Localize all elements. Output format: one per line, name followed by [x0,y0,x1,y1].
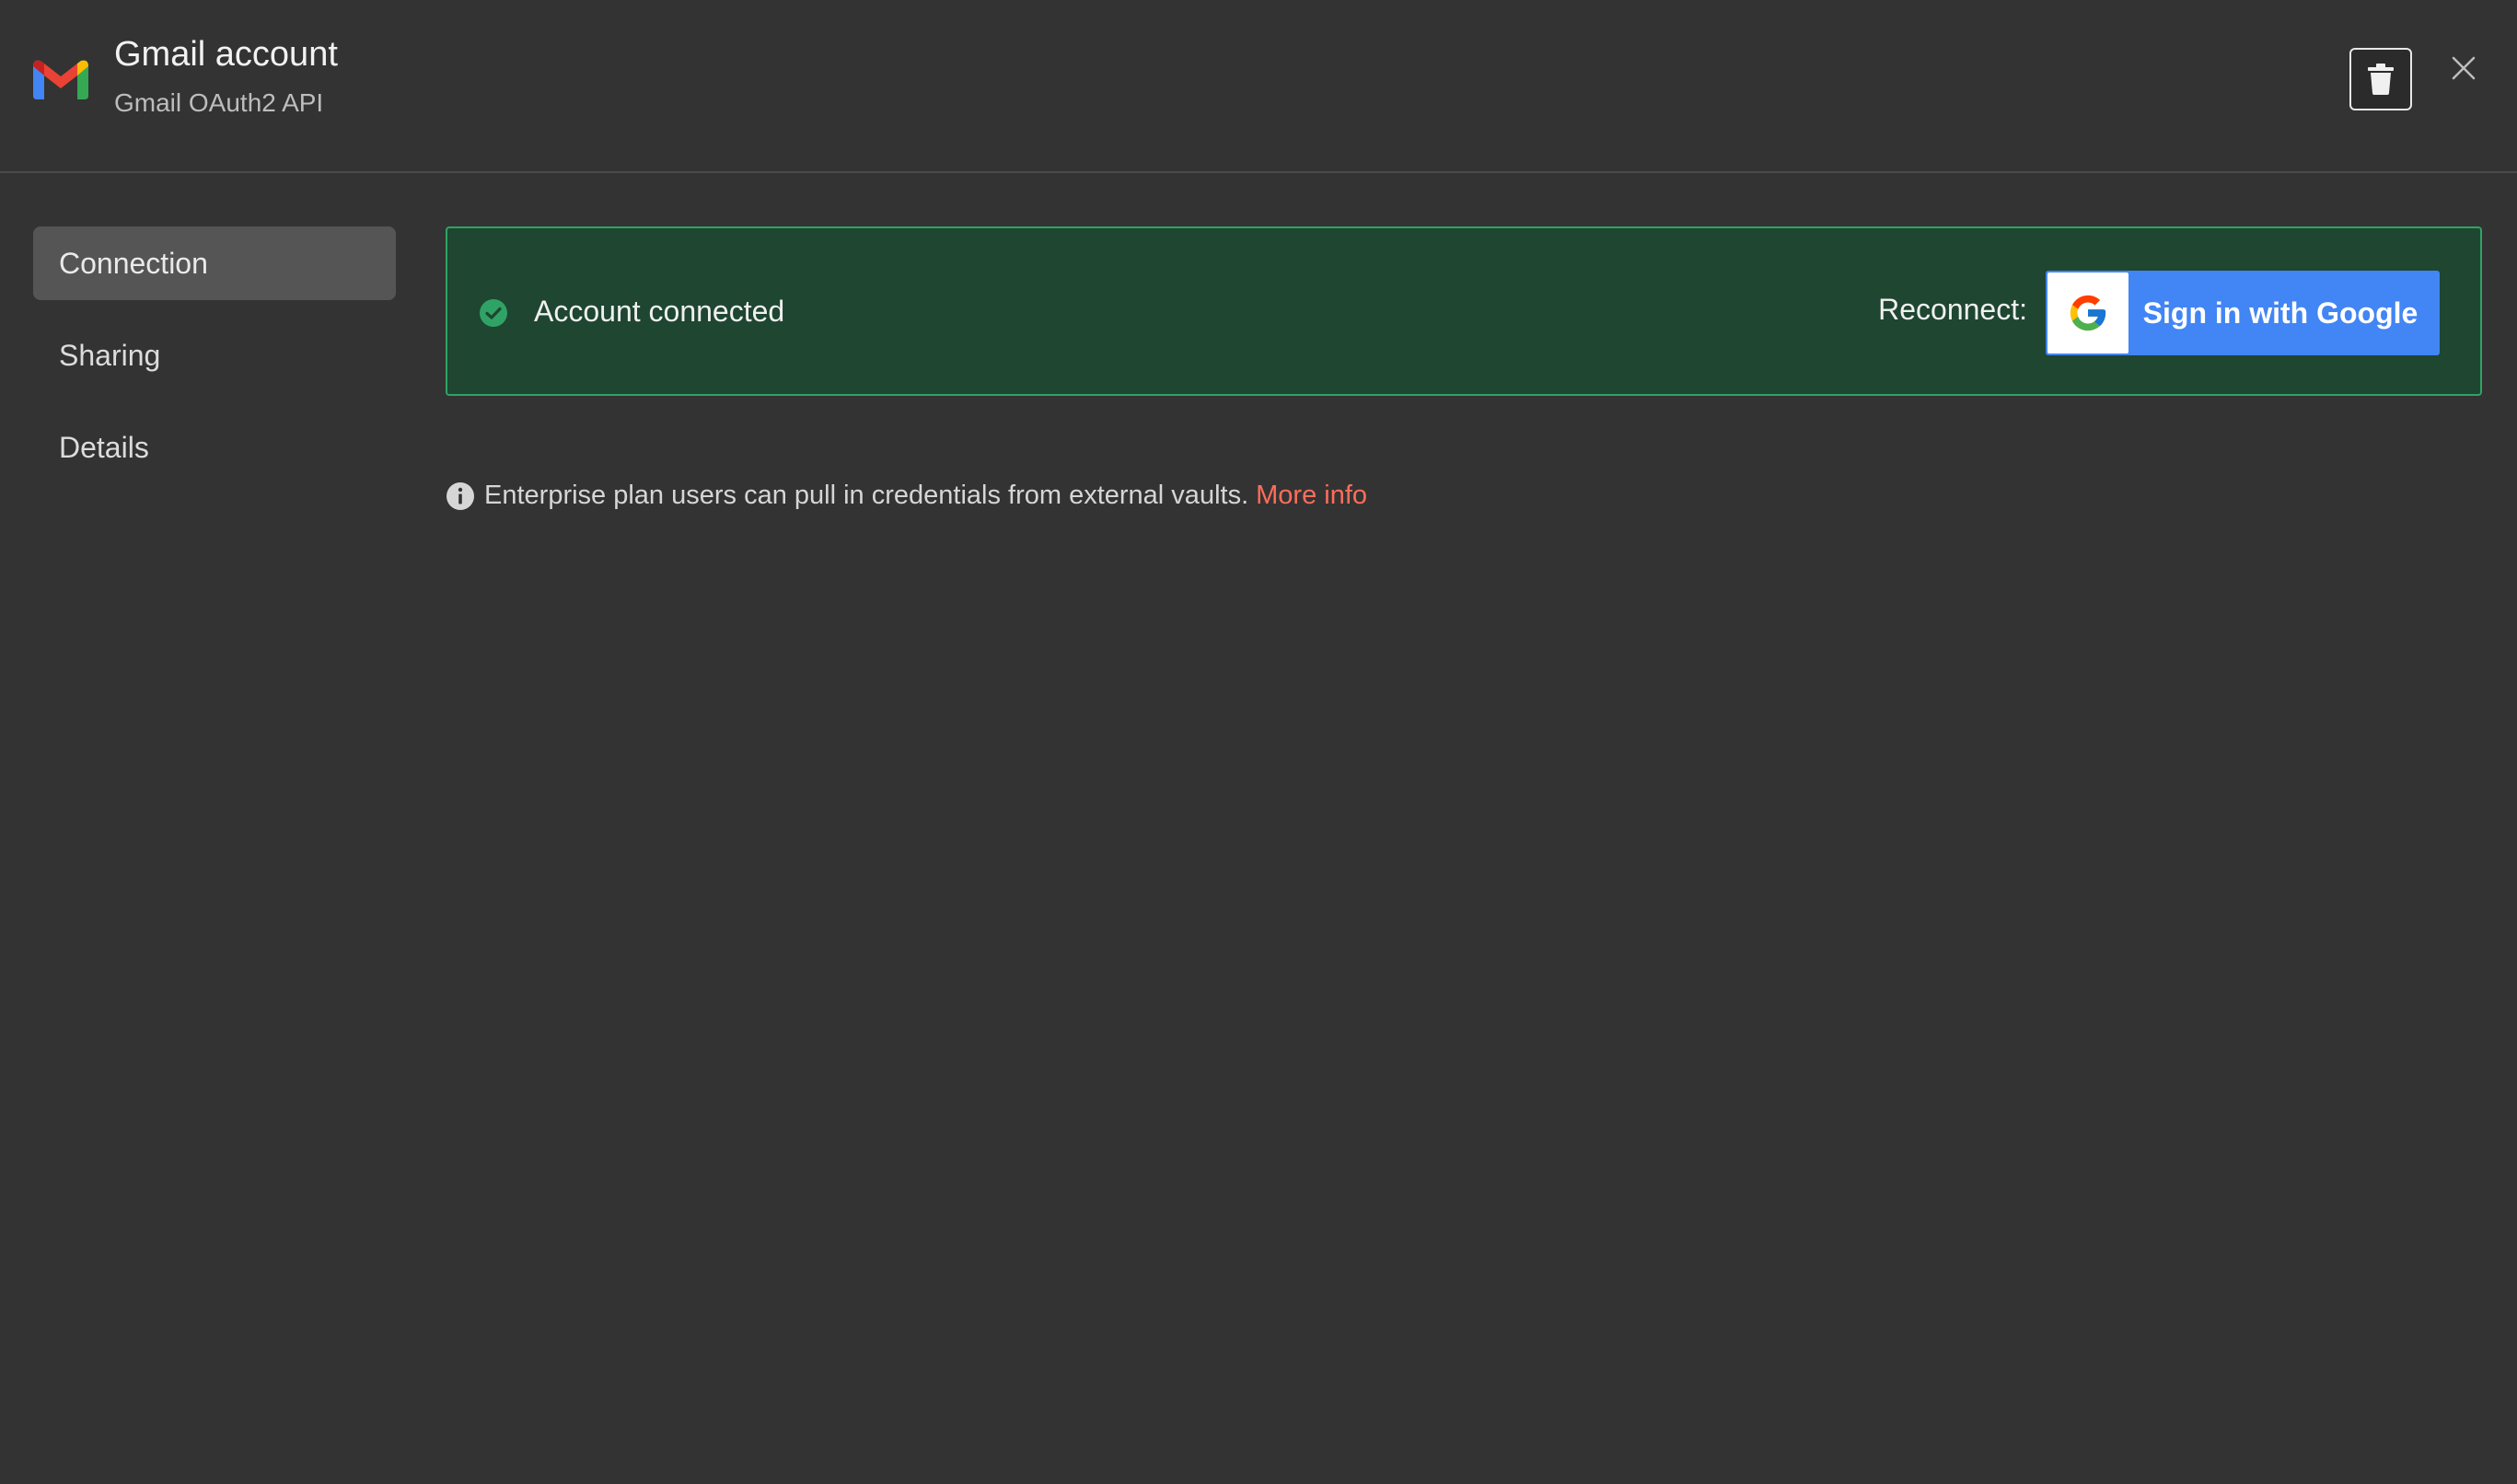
google-g-icon [2070,295,2106,331]
sidebar-item-details[interactable]: Details [33,411,396,484]
close-icon [2452,56,2476,80]
connection-status-panel: Account connected Reconnect: Sign in wit… [446,226,2482,396]
sidebar-item-label: Details [59,430,149,464]
sidebar-item-connection[interactable]: Connection [33,226,396,300]
more-info-link[interactable]: More info [1256,481,1367,511]
modal-header: Gmail account Gmail OAuth2 API [0,0,2517,173]
delete-button[interactable] [2349,48,2412,110]
info-note: Enterprise plan users can pull in creden… [446,481,1367,511]
google-logo-box [2047,272,2128,354]
page-subtitle: Gmail OAuth2 API [114,88,324,117]
sidebar: Connection Sharing Details [33,226,396,503]
trash-icon [2368,64,2394,95]
sidebar-item-label: Connection [59,246,208,280]
sign-in-with-google-button[interactable]: Sign in with Google [2046,271,2440,355]
gmail-logo-icon [33,60,88,99]
info-icon [447,481,474,510]
google-button-label: Sign in with Google [2142,296,2418,330]
status-text: Account connected [534,295,785,328]
sidebar-item-label: Sharing [59,338,161,372]
close-button[interactable] [2447,52,2480,85]
info-text: Enterprise plan users can pull in creden… [484,481,1249,510]
check-circle-icon [480,299,507,327]
reconnect-label: Reconnect: [1878,293,2027,326]
sidebar-item-sharing[interactable]: Sharing [33,319,396,392]
page-title: Gmail account [114,35,338,74]
